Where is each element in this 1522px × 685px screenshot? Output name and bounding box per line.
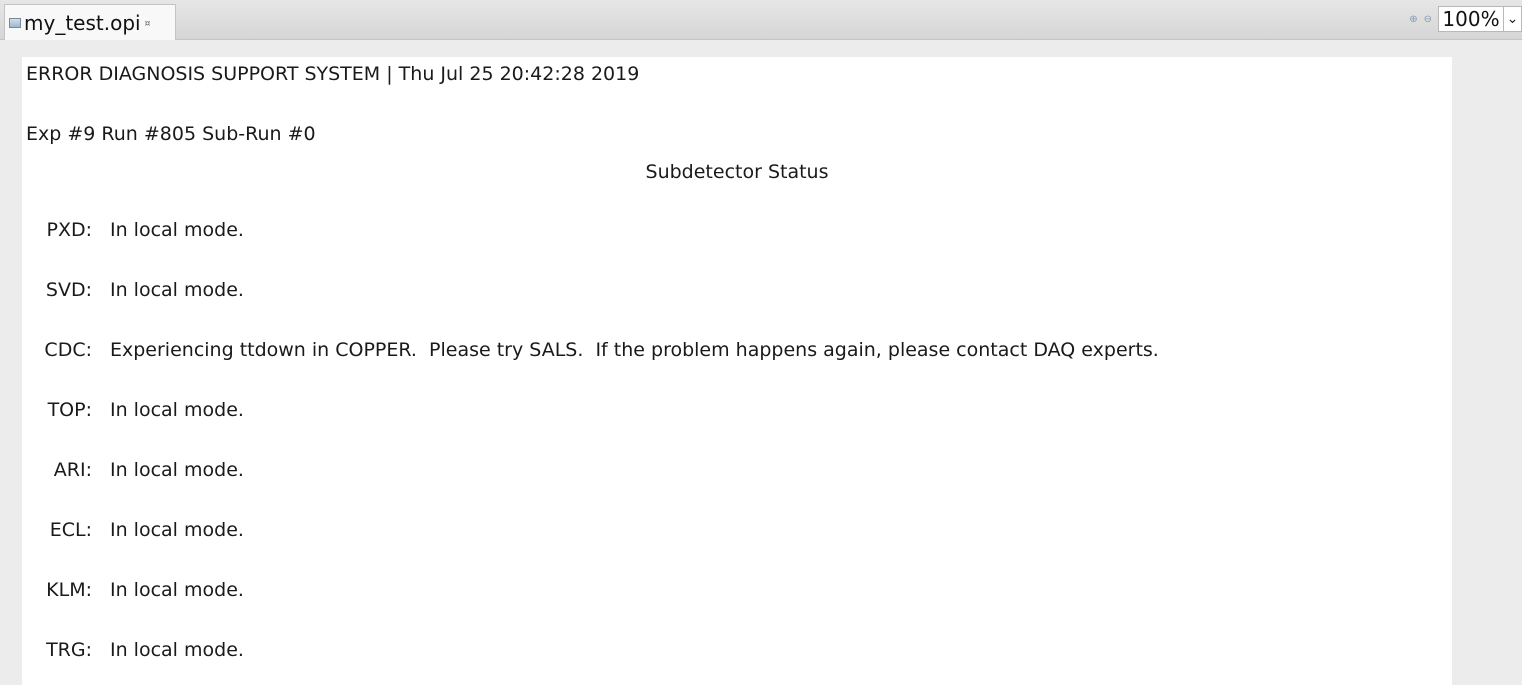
chevron-down-icon[interactable]: ⌄ xyxy=(1504,6,1522,32)
zoom-in-icon[interactable]: ⊕ xyxy=(1409,14,1417,25)
close-icon[interactable]: ¤ xyxy=(145,19,151,29)
status-row-svd: SVD: In local mode. xyxy=(22,279,1452,305)
subdetector-message: In local mode. xyxy=(110,639,244,661)
subdetector-message: In local mode. xyxy=(110,219,244,241)
status-row-cdc: CDC: Experiencing ttdown in COPPER. Plea… xyxy=(22,339,1452,365)
subdetector-message: In local mode. xyxy=(110,279,244,301)
tab-title: my_test.opi xyxy=(24,10,141,35)
subdetector-message: In local mode. xyxy=(110,579,244,601)
subdetector-name: PXD: xyxy=(46,219,92,241)
subdetector-name: TOP: xyxy=(47,399,92,421)
subdetector-name: SVD: xyxy=(45,279,92,301)
opi-file-icon xyxy=(9,17,21,28)
status-row-ari: ARI: In local mode. xyxy=(22,459,1452,485)
run-info: Exp #9 Run #805 Sub-Run #0 xyxy=(26,123,316,145)
subdetector-name: CDC: xyxy=(44,339,92,361)
diagnosis-panel: ERROR DIAGNOSIS SUPPORT SYSTEM | Thu Jul… xyxy=(22,57,1452,685)
zoom-out-icon[interactable]: ⊖ xyxy=(1424,14,1432,25)
status-row-klm: KLM: In local mode. xyxy=(22,579,1452,605)
zoom-level-field[interactable]: 100% xyxy=(1438,6,1504,32)
subdetector-name: TRG: xyxy=(46,639,92,661)
system-header: ERROR DIAGNOSIS SUPPORT SYSTEM | Thu Jul… xyxy=(26,63,640,85)
display-canvas: ERROR DIAGNOSIS SUPPORT SYSTEM | Thu Jul… xyxy=(0,40,1522,685)
subdetector-message: In local mode. xyxy=(110,399,244,421)
status-row-pxd: PXD: In local mode. xyxy=(22,219,1452,245)
status-row-top: TOP: In local mode. xyxy=(22,399,1452,425)
subdetector-name: ARI: xyxy=(53,459,92,481)
tab-my-test-opi[interactable]: my_test.opi ¤ xyxy=(4,4,176,40)
section-title: Subdetector Status xyxy=(645,161,829,183)
subdetector-message: In local mode. xyxy=(110,519,244,541)
subdetector-message: Experiencing ttdown in COPPER. Please tr… xyxy=(110,339,1159,361)
subdetector-name: ECL: xyxy=(49,519,92,541)
status-row-trg: TRG: In local mode. xyxy=(22,639,1452,665)
zoom-controls: ⊕ ⊖ 100% ⌄ xyxy=(1409,6,1522,32)
status-row-ecl: ECL: In local mode. xyxy=(22,519,1452,545)
subdetector-message: In local mode. xyxy=(110,459,244,481)
editor-tab-bar: my_test.opi ¤ ⊕ ⊖ 100% ⌄ xyxy=(0,0,1522,40)
subdetector-name: KLM: xyxy=(46,579,92,601)
